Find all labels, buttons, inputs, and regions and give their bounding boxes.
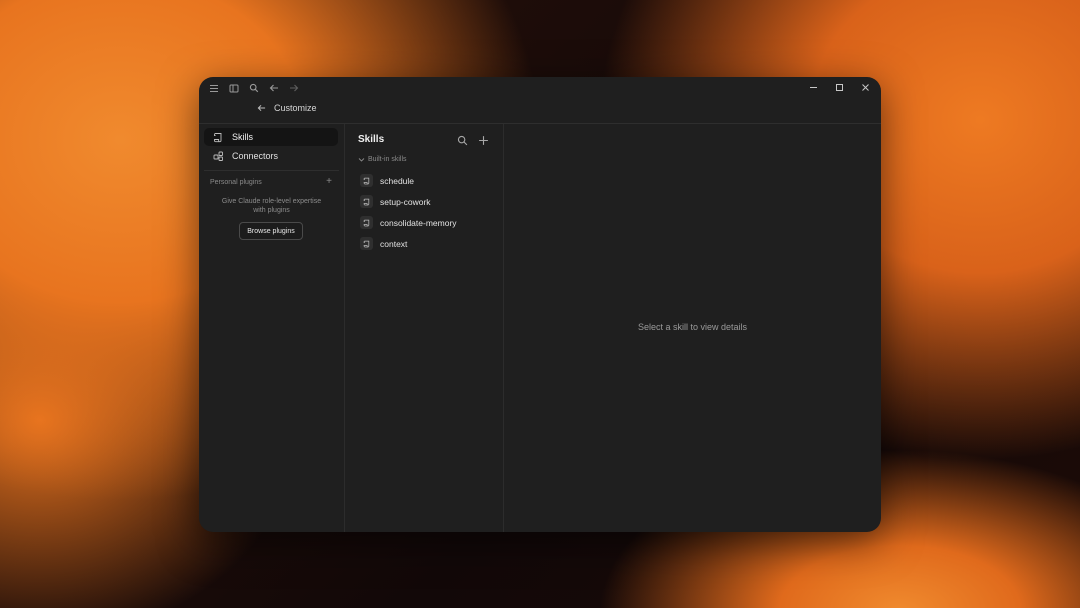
plugins-message-line: Give Claude role-level expertise [221, 198, 322, 205]
scroll-icon [360, 174, 373, 187]
skill-item-schedule[interactable]: schedule [360, 174, 414, 187]
sidebar-divider [204, 170, 339, 171]
skill-detail-pane: Select a skill to view details [504, 124, 881, 532]
scroll-icon [213, 132, 224, 143]
menu-icon[interactable] [207, 81, 221, 95]
skills-panel-title: Skills [358, 134, 385, 145]
plugins-empty-message: Give Claude role-level expertise with pl… [199, 197, 344, 215]
sidebar-item-skills[interactable]: Skills [204, 128, 338, 146]
customize-sidebar: Skills Connectors Personal plugins + Giv… [199, 124, 345, 532]
browse-plugins-button[interactable]: Browse plugins [239, 222, 303, 240]
skill-item-setup-cowork[interactable]: setup-cowork [360, 195, 431, 208]
sidebar-toggle-icon[interactable] [227, 81, 241, 95]
connectors-icon [213, 151, 224, 162]
minimize-icon[interactable] [803, 80, 823, 94]
forward-arrow-icon[interactable] [287, 81, 301, 95]
back-arrow-icon[interactable] [267, 81, 281, 95]
back-arrow-icon [257, 104, 266, 112]
search-icon[interactable] [247, 81, 261, 95]
scroll-icon [360, 216, 373, 229]
chevron-down-icon [358, 157, 365, 162]
close-icon[interactable] [855, 80, 875, 94]
back-to-customize-link[interactable]: Customize [257, 103, 317, 113]
add-plugin-plus-icon[interactable]: + [326, 177, 332, 187]
sidebar-item-label: Skills [232, 132, 254, 142]
scroll-icon [360, 195, 373, 208]
personal-plugins-heading: Personal plugins [210, 178, 262, 186]
skill-name: consolidate-memory [380, 217, 457, 228]
group-label-text: Built-in skills [368, 156, 407, 163]
skill-name: setup-cowork [380, 196, 431, 207]
built-in-skills-group[interactable]: Built-in skills [358, 156, 407, 163]
sidebar-item-connectors[interactable]: Connectors [204, 147, 338, 165]
page-title: Customize [274, 103, 317, 113]
skill-name: schedule [380, 175, 415, 186]
skill-item-consolidate-memory[interactable]: consolidate-memory [360, 216, 457, 229]
search-skills-icon[interactable] [457, 133, 468, 151]
plugins-message-line: with plugins [253, 207, 290, 214]
scroll-icon [360, 237, 373, 250]
app-window: Customize Skills Connectors Personal plu… [199, 77, 881, 532]
add-skill-plus-icon[interactable] [478, 133, 489, 151]
sidebar-item-label: Connectors [232, 151, 279, 161]
personal-plugins-header: Personal plugins + [210, 177, 332, 187]
skill-name: context [380, 238, 408, 249]
maximize-icon[interactable] [829, 80, 849, 94]
skill-item-context[interactable]: context [360, 237, 407, 250]
page-header: Customize [199, 97, 881, 124]
empty-state-message: Select a skill to view details [637, 322, 748, 332]
title-bar [199, 77, 881, 97]
skills-list-panel: Skills Built-in skills schedule setup-co… [344, 124, 504, 532]
